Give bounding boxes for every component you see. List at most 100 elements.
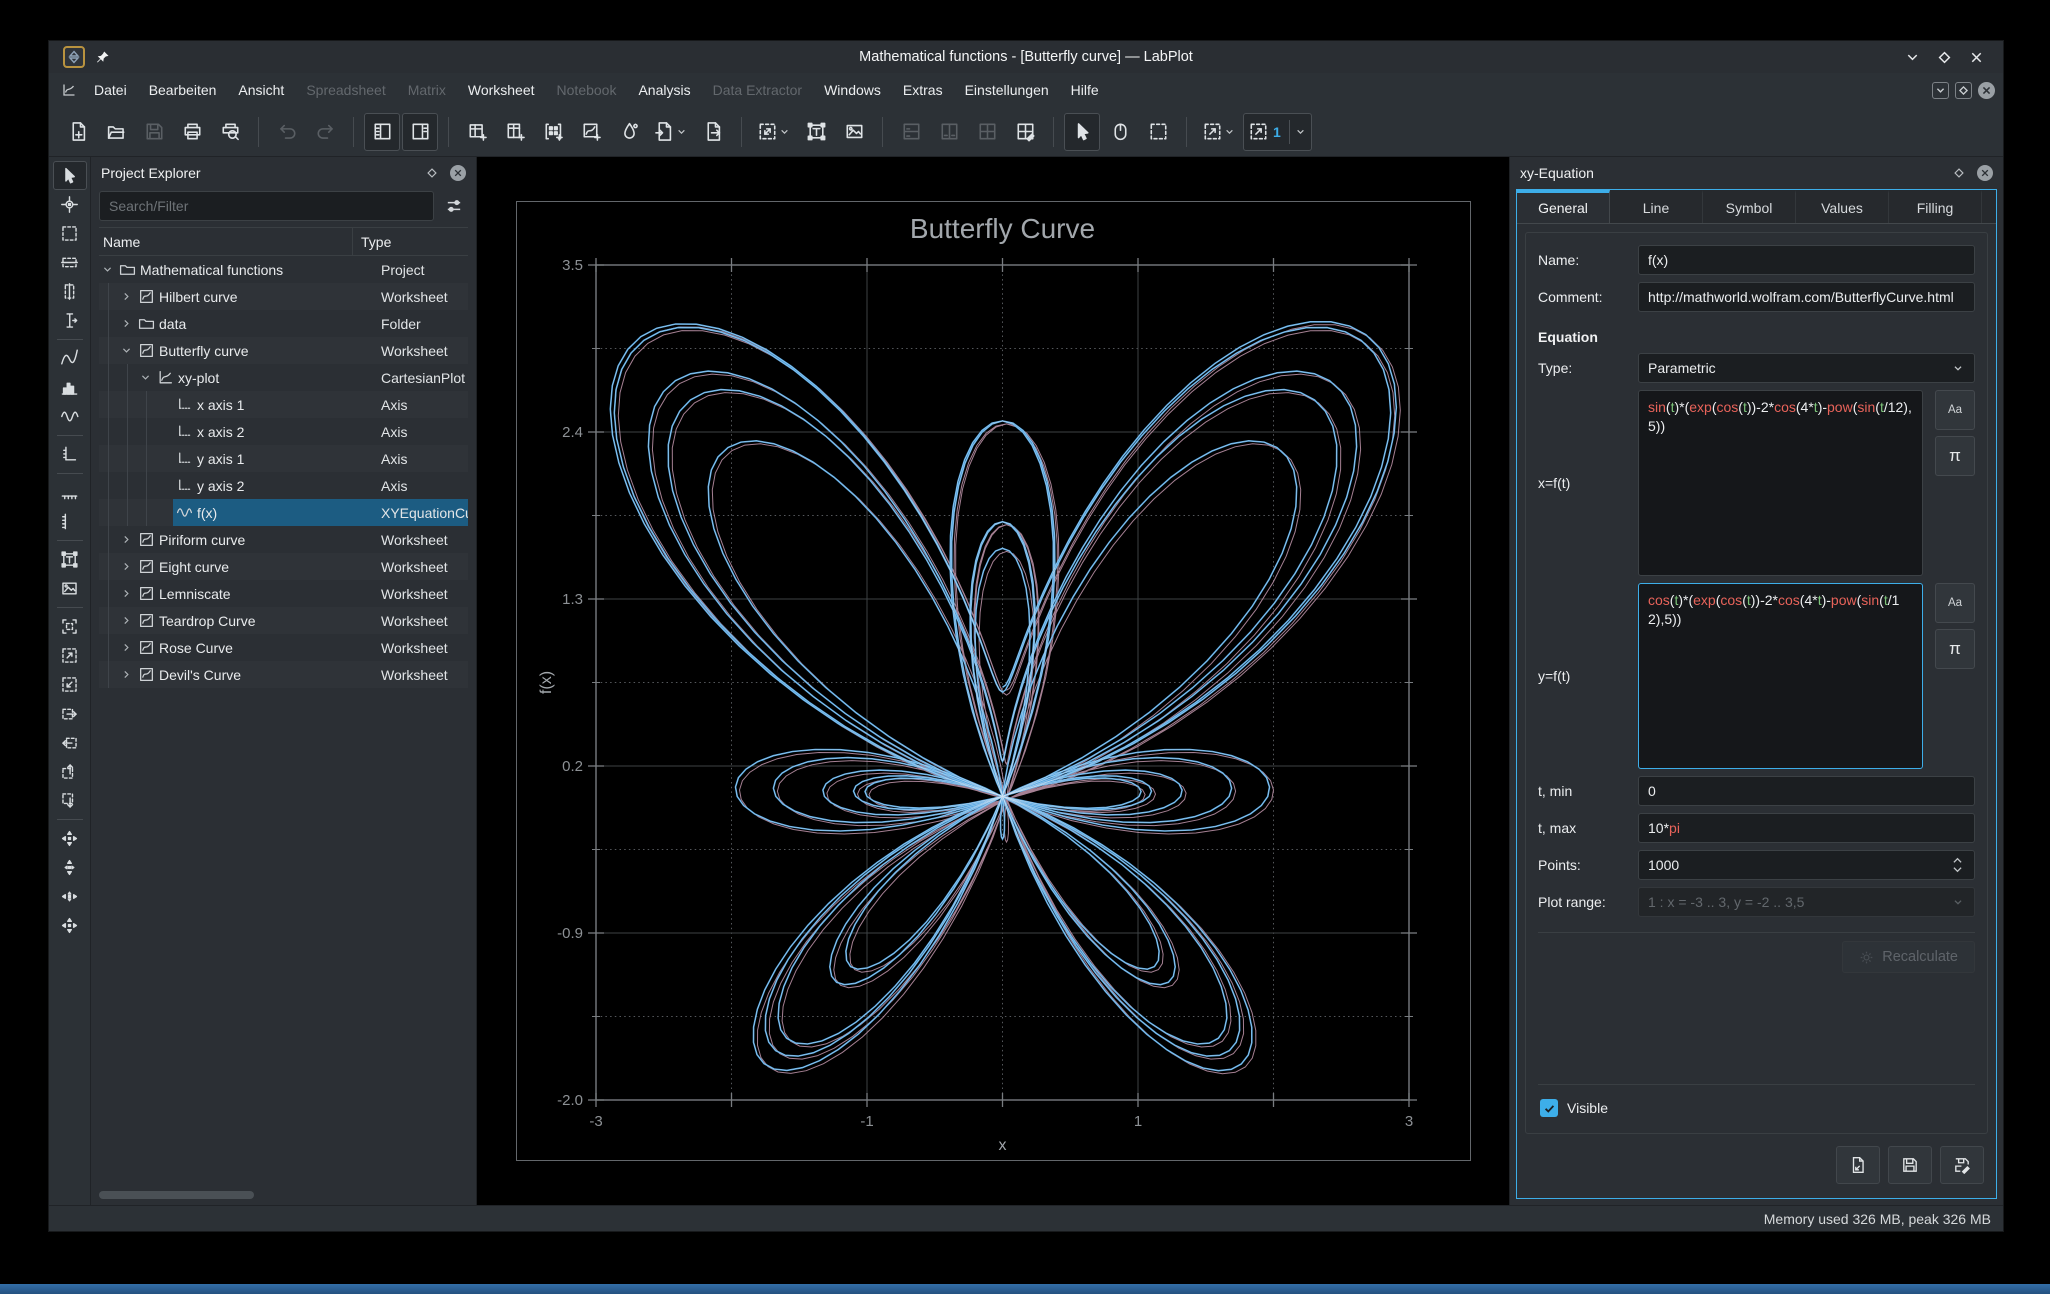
tree-row[interactable]: y axis 1 Axis: [99, 445, 468, 472]
add-horizontal-axis-button[interactable]: [53, 478, 87, 507]
load-template-button[interactable]: [1836, 1146, 1880, 1184]
expander-open-icon[interactable]: [137, 372, 154, 383]
new-matrix-button[interactable]: [535, 113, 571, 151]
y-equation-input[interactable]: cos(t)*(exp(cos(t))-2*cos(4*t)-pow(sin(t…: [1638, 583, 1923, 769]
column-name[interactable]: Name: [99, 228, 353, 255]
tab-general[interactable]: General: [1517, 190, 1610, 223]
shift-right-x-button[interactable]: [53, 699, 87, 728]
menu-worksheet[interactable]: Worksheet: [457, 77, 546, 103]
export-button[interactable]: [695, 113, 731, 151]
add-image-button[interactable]: [53, 574, 87, 603]
tree-row[interactable]: Butterfly curve Worksheet: [99, 337, 468, 364]
functions-button[interactable]: Aa: [1935, 583, 1975, 623]
expander-closed-icon[interactable]: [118, 669, 135, 680]
item-name[interactable]: Lemniscate: [159, 586, 373, 602]
auto-scale-fit-button[interactable]: [53, 911, 87, 940]
tree-row[interactable]: Rose Curve Worksheet: [99, 634, 468, 661]
maximize-icon[interactable]: [1935, 48, 1953, 66]
menu-ansicht[interactable]: Ansicht: [227, 77, 295, 103]
add-text-label-button[interactable]: [53, 545, 87, 574]
tree-row[interactable]: Devil's Curve Worksheet: [99, 661, 468, 688]
add-xy-curve-button[interactable]: [53, 344, 87, 373]
auto-scale-y-button[interactable]: [53, 882, 87, 911]
tab-line[interactable]: Line: [1610, 190, 1703, 223]
worksheet-page[interactable]: -3 -1 1 3 3.5 2.4 1.3 0.2 -0.9 -2.0 Butterfly Curv…: [516, 201, 1471, 1161]
horizontal-scrollbar[interactable]: [99, 1189, 468, 1201]
tree-row[interactable]: Eight curve Worksheet: [99, 553, 468, 580]
column-type[interactable]: Type: [353, 234, 468, 250]
menu-bearbeiten[interactable]: Bearbeiten: [138, 77, 228, 103]
zoom-fit-button[interactable]: [752, 113, 796, 151]
mdi-maximize-icon[interactable]: [1955, 81, 1972, 99]
add-histogram-button[interactable]: [53, 373, 87, 402]
new-worksheet-button[interactable]: [573, 113, 609, 151]
add-vertical-axis-button[interactable]: [53, 507, 87, 536]
t-min-input[interactable]: [1638, 776, 1975, 806]
menu-datei[interactable]: Datei: [83, 77, 138, 103]
x-equation-input[interactable]: sin(t)*(exp(cos(t))-2*cos(4*t)-pow(sin(t…: [1638, 390, 1923, 576]
type-combobox[interactable]: Parametric: [1638, 353, 1975, 383]
menu-extras[interactable]: Extras: [892, 77, 954, 103]
expander-closed-icon[interactable]: [118, 318, 135, 329]
item-name[interactable]: Hilbert curve: [159, 289, 373, 305]
tree-row[interactable]: Teardrop Curve Worksheet: [99, 607, 468, 634]
item-name[interactable]: y axis 1: [197, 451, 373, 467]
expander-open-icon[interactable]: [118, 345, 135, 356]
zoom-out-selection-button[interactable]: [53, 670, 87, 699]
points-spinbox[interactable]: 1000: [1638, 850, 1975, 880]
tree-row[interactable]: Piriform curve Worksheet: [99, 526, 468, 553]
properties-header[interactable]: xy-Equation: [1510, 157, 2003, 189]
filter-options-icon[interactable]: [440, 192, 468, 220]
item-name[interactable]: Butterfly curve: [159, 343, 373, 359]
auto-scale-all-button[interactable]: [53, 824, 87, 853]
tree-row[interactable]: y axis 2 Axis: [99, 472, 468, 499]
toggle-project-explorer-button[interactable]: [364, 112, 400, 151]
select-and-edit-button[interactable]: [1064, 112, 1100, 151]
new-workbook-button[interactable]: [459, 113, 495, 151]
dock-float-icon[interactable]: [424, 165, 440, 181]
dock-close-icon[interactable]: [1977, 165, 1993, 181]
menu-windows[interactable]: Windows: [813, 77, 892, 103]
expander-closed-icon[interactable]: [118, 615, 135, 626]
zoom-level-button[interactable]: 1: [1243, 112, 1312, 151]
spinner-arrows-icon[interactable]: [1950, 856, 1965, 874]
item-name[interactable]: f(x): [197, 505, 373, 521]
print-button[interactable]: [174, 113, 210, 151]
minimize-icon[interactable]: [1903, 48, 1921, 66]
item-name[interactable]: Devil's Curve: [159, 667, 373, 683]
tab-symbol[interactable]: Symbol: [1703, 190, 1796, 223]
item-name[interactable]: xy-plot: [178, 370, 373, 386]
color-maps-button[interactable]: [611, 113, 647, 151]
butterfly-plot[interactable]: -3 -1 1 3 3.5 2.4 1.3 0.2 -0.9 -2.0 Butterfly Curv…: [517, 202, 1470, 1160]
add-image-button[interactable]: [836, 113, 872, 151]
visible-checkbox[interactable]: [1540, 1099, 1558, 1117]
tree-row[interactable]: x axis 1 Axis: [99, 391, 468, 418]
item-name[interactable]: y axis 2: [197, 478, 373, 494]
tab-filling[interactable]: Filling: [1889, 190, 1982, 223]
add-text-frame-button[interactable]: [798, 113, 834, 151]
item-name[interactable]: Eight curve: [159, 559, 373, 575]
save-button[interactable]: [1888, 1146, 1932, 1184]
select-x-region-and-zoom-in-button[interactable]: [53, 248, 87, 277]
expander-closed-icon[interactable]: [118, 534, 135, 545]
search-input[interactable]: [99, 191, 434, 221]
dock-close-icon[interactable]: [450, 165, 466, 181]
tree-row[interactable]: Mathematical functions Project: [99, 256, 468, 283]
toggle-properties-explorer-button[interactable]: [402, 112, 438, 151]
t-max-input[interactable]: 10*pi: [1638, 813, 1975, 843]
cursor-button[interactable]: [53, 306, 87, 335]
worksheet-view[interactable]: -3 -1 1 3 3.5 2.4 1.3 0.2 -0.9 -2.0 Butterfly Curv…: [477, 157, 1509, 1205]
expander-open-icon[interactable]: [99, 264, 116, 275]
item-name[interactable]: Piriform curve: [159, 532, 373, 548]
new-spreadsheet-button[interactable]: [497, 113, 533, 151]
dock-float-icon[interactable]: [1951, 165, 1967, 181]
project-explorer-header[interactable]: Project Explorer: [91, 157, 476, 189]
expander-closed-icon[interactable]: [118, 291, 135, 302]
item-name[interactable]: data: [159, 316, 373, 332]
crosshair-button[interactable]: [53, 190, 87, 219]
item-name[interactable]: x axis 1: [197, 397, 373, 413]
item-name[interactable]: Rose Curve: [159, 640, 373, 656]
titlebar[interactable]: Mathematical functions - [Butterfly curv…: [49, 41, 2003, 73]
tree-row[interactable]: f(x) XYEquationCurve: [99, 499, 468, 526]
menu-einstellungen[interactable]: Einstellungen: [954, 77, 1060, 103]
